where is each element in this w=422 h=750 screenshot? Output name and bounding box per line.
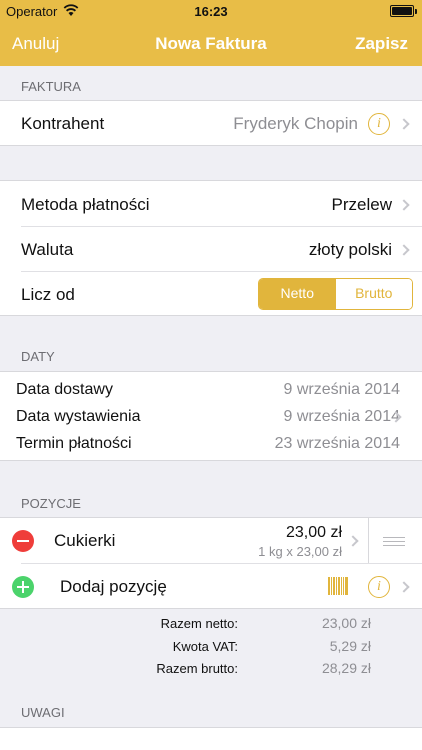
currency-value: złoty polski bbox=[308, 240, 392, 259]
item-name: Cukierki bbox=[54, 531, 116, 550]
gross-total-label: Razem brutto: bbox=[156, 661, 238, 676]
add-item-label: Dodaj pozycję bbox=[60, 577, 167, 596]
contractor-row[interactable]: Kontrahent Fryderyk Chopin i bbox=[0, 101, 422, 147]
contractor-value: Fryderyk Chopin bbox=[233, 114, 358, 133]
item-total: 23,00 zł bbox=[285, 524, 342, 541]
info-icon[interactable]: i bbox=[368, 113, 390, 135]
gross-total-value: 28,29 zł bbox=[321, 660, 371, 676]
currency-row[interactable]: Waluta złoty polski bbox=[0, 227, 422, 271]
payment-group: Metoda płatności Przelew Waluta złoty po… bbox=[0, 180, 422, 316]
issue-date-label: Data wystawienia bbox=[16, 408, 141, 425]
delivery-date-row[interactable]: Data dostawy 9 września 2014 bbox=[0, 372, 422, 402]
issue-date-row[interactable]: Data wystawienia 9 września 2014 bbox=[0, 402, 422, 430]
status-bar: Operator 16:23 bbox=[0, 0, 422, 22]
save-button[interactable]: Zapisz bbox=[355, 34, 408, 54]
section-header-items: POZYCJE bbox=[21, 496, 81, 511]
add-item-row[interactable]: Dodaj pozycję i bbox=[0, 564, 422, 609]
payment-method-row[interactable]: Metoda płatności Przelew bbox=[0, 181, 422, 226]
contractor-label: Kontrahent bbox=[21, 114, 105, 133]
chevron-right-icon bbox=[398, 581, 410, 593]
delivery-date-label: Data dostawy bbox=[16, 381, 113, 398]
barcode-icon[interactable] bbox=[328, 577, 348, 595]
net-total-label: Razem netto: bbox=[160, 616, 238, 631]
chevron-right-icon bbox=[398, 118, 410, 130]
chevron-right-icon bbox=[398, 244, 410, 256]
delete-item-icon[interactable] bbox=[12, 530, 34, 552]
delivery-date-value: 9 września 2014 bbox=[283, 381, 400, 398]
add-item-icon[interactable] bbox=[12, 576, 34, 598]
section-header-notes: UWAGI bbox=[21, 705, 65, 720]
segment-brutto[interactable]: Brutto bbox=[335, 279, 412, 309]
calc-from-row: Licz od Netto Brutto bbox=[0, 272, 422, 316]
battery-icon bbox=[390, 5, 417, 17]
payment-due-value: 23 września 2014 bbox=[274, 435, 400, 452]
segment-netto[interactable]: Netto bbox=[259, 279, 336, 309]
payment-method-value: Przelew bbox=[331, 195, 392, 214]
vat-amount-label: Kwota VAT: bbox=[172, 639, 238, 654]
vat-amount-value: 5,29 zł bbox=[329, 638, 371, 654]
status-time: 16:23 bbox=[194, 4, 228, 19]
divider bbox=[368, 518, 369, 563]
calc-from-label: Licz od bbox=[21, 285, 75, 304]
net-total-value: 23,00 zł bbox=[321, 615, 371, 631]
reorder-handle-icon[interactable] bbox=[383, 537, 405, 546]
info-icon[interactable]: i bbox=[368, 576, 390, 598]
notes-group[interactable] bbox=[0, 727, 422, 750]
section-header-invoice: FAKTURA bbox=[21, 79, 81, 94]
invoice-group: Kontrahent Fryderyk Chopin i bbox=[0, 100, 422, 146]
payment-method-label: Metoda płatności bbox=[21, 195, 150, 214]
netto-brutto-segmented-control: Netto Brutto bbox=[258, 278, 413, 310]
items-group: Cukierki 23,00 zł 1 kg x 23,00 zł Dodaj … bbox=[0, 517, 422, 609]
issue-date-value: 9 września 2014 bbox=[283, 408, 400, 425]
item-detail: 1 kg x 23,00 zł bbox=[258, 544, 342, 559]
payment-due-row[interactable]: Termin płatności 23 września 2014 bbox=[0, 430, 422, 460]
payment-due-label: Termin płatności bbox=[16, 435, 132, 452]
navigation-bar: Operator 16:23 Anuluj Nowa Faktura Zapis… bbox=[0, 0, 422, 66]
list-item[interactable]: Cukierki 23,00 zł 1 kg x 23,00 zł bbox=[0, 518, 422, 563]
dates-group: Data dostawy 9 września 2014 Data wystaw… bbox=[0, 371, 422, 461]
section-header-dates: DATY bbox=[21, 349, 55, 364]
currency-label: Waluta bbox=[21, 240, 74, 259]
chevron-right-icon bbox=[347, 535, 359, 547]
chevron-right-icon bbox=[398, 199, 410, 211]
